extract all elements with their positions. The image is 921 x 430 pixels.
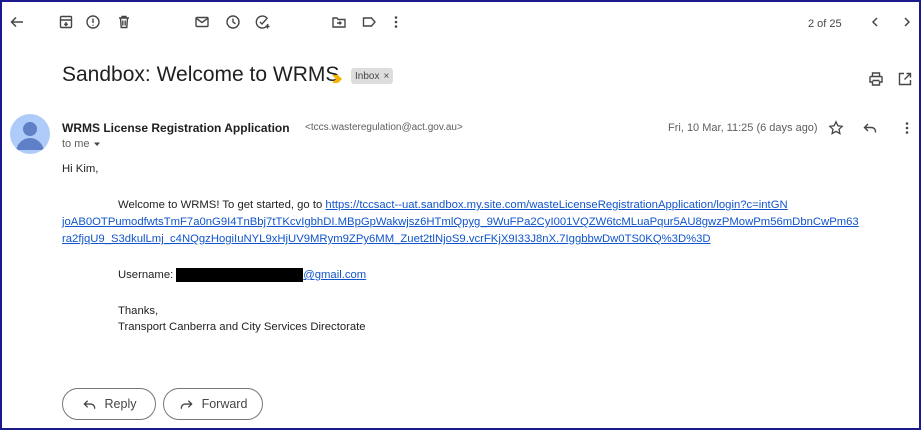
chevron-right-icon[interactable]: [898, 13, 916, 31]
sender-name[interactable]: WRMS License Registration Application: [62, 121, 290, 135]
remove-label-button[interactable]: ×: [383, 71, 389, 82]
add-task-icon[interactable]: [254, 13, 272, 31]
forward-button[interactable]: Forward: [163, 388, 263, 420]
username-label: Username:: [118, 269, 174, 281]
message-more-icon[interactable]: [902, 120, 912, 136]
recipient-details[interactable]: to me: [62, 138, 101, 150]
move-to-icon[interactable]: [330, 13, 348, 31]
open-in-new-window-icon[interactable]: [897, 71, 913, 87]
archive-icon[interactable]: [57, 13, 75, 31]
pager-text: 2 of 25: [808, 18, 842, 30]
registration-link-part1[interactable]: https://tccsact--uat.sandbox.my.site.com…: [325, 199, 787, 211]
label-chip-text: Inbox: [355, 70, 380, 82]
recipient-text: to me: [62, 138, 90, 150]
closing-text: Thanks,: [118, 305, 159, 317]
mark-unread-icon[interactable]: [193, 13, 211, 31]
redacted-username: [176, 268, 304, 282]
registration-link-part2[interactable]: joAB0OTPumodfwtsTmF7a0nG9I4TnBbj7tTKcvIg…: [62, 216, 859, 228]
report-spam-icon[interactable]: [84, 13, 102, 31]
more-vert-icon[interactable]: [387, 13, 405, 31]
forward-arrow-icon: [180, 399, 193, 409]
reply-arrow-icon: [82, 399, 95, 409]
snooze-icon[interactable]: [224, 13, 242, 31]
sender-email: <tccs.wasteregulation@act.gov.au>: [305, 122, 463, 133]
email-subject: Sandbox: Welcome to WRMS: [62, 63, 340, 86]
back-arrow-icon[interactable]: [8, 13, 26, 31]
message-toolbar: 2 of 25: [0, 0, 921, 44]
reply-icon[interactable]: [862, 120, 878, 136]
forward-button-label: Forward: [201, 397, 248, 411]
intro-sentence: Welcome to WRMS! To get started, go to: [118, 199, 323, 211]
reply-button[interactable]: Reply: [62, 388, 156, 420]
delete-icon[interactable]: [115, 13, 133, 31]
inbox-label-chip: Inbox ×: [351, 68, 394, 84]
print-icon[interactable]: [868, 71, 884, 87]
username-email-link[interactable]: @gmail.com: [303, 269, 366, 281]
star-icon[interactable]: [828, 120, 844, 136]
important-marker-icon[interactable]: [332, 71, 342, 83]
signature-text: Transport Canberra and City Services Dir…: [118, 321, 366, 333]
chevron-down-icon: [93, 142, 100, 146]
message-date: Fri, 10 Mar, 11:25 (6 days ago): [668, 122, 818, 134]
intro-text: Welcome to WRMS! To get started, go to h…: [118, 199, 788, 211]
greeting-text: Hi Kim,: [62, 163, 99, 175]
username-row: Username: @gmail.com: [118, 268, 366, 282]
chevron-left-icon[interactable]: [866, 13, 884, 31]
reply-button-label: Reply: [104, 397, 137, 411]
label-icon[interactable]: [360, 13, 378, 31]
avatar[interactable]: [10, 114, 50, 154]
registration-link-part3[interactable]: ra2fjqU9_S3dkulLmj_c4NQgzHogiIuNYL9xHjUV…: [62, 233, 711, 245]
